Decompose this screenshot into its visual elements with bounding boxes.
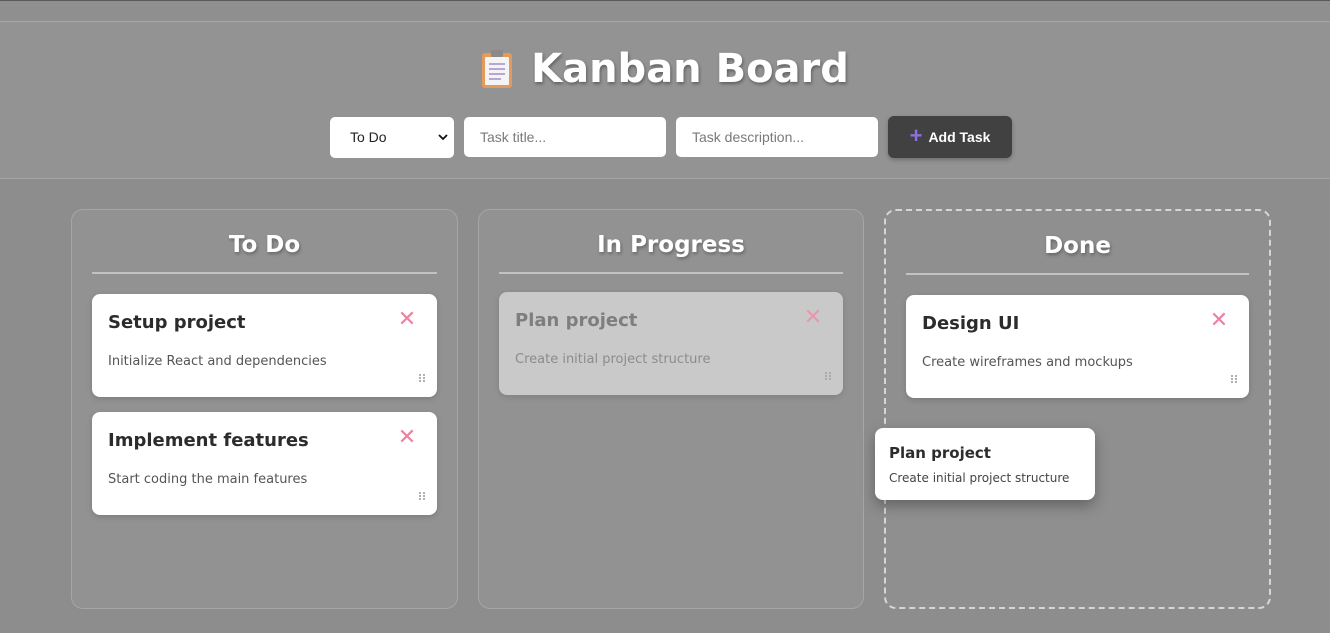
delete-icon[interactable]: ✕ xyxy=(397,427,417,449)
add-task-label: Add Task xyxy=(928,129,991,145)
delete-icon[interactable]: ✕ xyxy=(1209,310,1229,332)
drag-handle-icon[interactable] xyxy=(417,491,427,501)
task-card[interactable]: Implement features ✕ Start coding the ma… xyxy=(92,412,437,515)
delete-icon[interactable]: ✕ xyxy=(803,307,823,329)
card-description: Initialize React and dependencies xyxy=(108,354,327,369)
card-description: Create wireframes and mockups xyxy=(922,355,1133,370)
task-description-input[interactable]: Task description... xyxy=(676,117,878,157)
task-description-placeholder: Task description... xyxy=(692,129,805,145)
plus-icon: + xyxy=(909,123,923,148)
card-title: Implement features xyxy=(108,430,309,451)
task-card[interactable]: Setup project ✕ Initialize React and dep… xyxy=(92,294,437,397)
delete-icon[interactable]: ✕ xyxy=(397,309,417,331)
card-title: Plan project xyxy=(889,444,991,462)
task-title-placeholder: Task title... xyxy=(480,129,547,145)
dragging-task-card[interactable]: Plan project Create initial project stru… xyxy=(875,428,1095,500)
chevron-down-icon xyxy=(438,134,448,141)
card-description: Create initial project structure xyxy=(515,352,711,367)
column-title: In Progress xyxy=(499,232,843,274)
status-select[interactable]: To Do xyxy=(330,116,454,158)
drag-handle-icon[interactable] xyxy=(417,373,427,383)
column-todo: To Do Setup project ✕ Initialize React a… xyxy=(71,209,458,609)
clipboard-icon xyxy=(481,49,513,89)
card-description: Create initial project structure xyxy=(889,471,1070,485)
page-title: Kanban Board xyxy=(0,46,1330,92)
status-select-value: To Do xyxy=(350,129,387,145)
page-title-text: Kanban Board xyxy=(531,46,849,92)
task-card[interactable]: Design UI ✕ Create wireframes and mockup… xyxy=(906,295,1249,398)
drag-handle-icon[interactable] xyxy=(1229,374,1239,384)
task-card-placeholder[interactable]: Plan project ✕ Create initial project st… xyxy=(499,292,843,395)
card-title: Setup project xyxy=(108,312,246,333)
column-in-progress: In Progress Plan project ✕ Create initia… xyxy=(478,209,864,609)
add-task-form: To Do Task title... Task description... … xyxy=(330,116,1012,158)
app-header: Kanban Board To Do Task title... Task de… xyxy=(0,22,1330,179)
card-title: Plan project xyxy=(515,310,638,331)
card-description: Start coding the main features xyxy=(108,472,308,487)
drag-handle-icon[interactable] xyxy=(823,371,833,381)
column-title: To Do xyxy=(92,232,437,274)
top-bar xyxy=(0,0,1330,22)
task-title-input[interactable]: Task title... xyxy=(464,117,666,157)
column-done: Done Design UI ✕ Create wireframes and m… xyxy=(884,209,1271,609)
card-title: Design UI xyxy=(922,313,1020,334)
column-title: Done xyxy=(906,233,1249,275)
add-task-button[interactable]: + Add Task xyxy=(888,116,1012,158)
